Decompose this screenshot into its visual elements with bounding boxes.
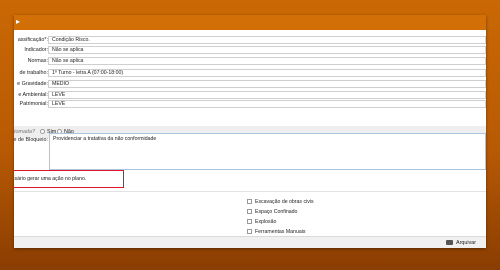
field-label: e Gravidade: — [17, 81, 48, 87]
patrimonial-input[interactable]: LEVE — [48, 100, 486, 108]
field-label: assificação*: — [17, 37, 48, 43]
turno-input[interactable]: 1º Turno - letra A (07:00-18:00) — [48, 69, 486, 77]
checklist-item[interactable]: Espaço Confinado — [247, 208, 317, 216]
checkbox[interactable] — [247, 209, 252, 214]
classificacao-input[interactable]: Condição Risco. — [48, 36, 486, 44]
collapse-arrow-icon[interactable]: ▸ — [16, 17, 20, 27]
normas-input[interactable]: Não se aplica — [48, 57, 486, 65]
radio-sim[interactable] — [40, 129, 45, 134]
checklist-label: Escavação de obras civis — [255, 199, 314, 205]
checklist-label: Explosão — [255, 219, 277, 225]
acao-tomada-label: tomada? — [14, 129, 35, 135]
field-turno: de trabalho: 1º Turno - letra A (07:00-1… — [14, 68, 486, 79]
bloqueio-textarea[interactable]: Providenciar a tratativa da não conformi… — [49, 133, 486, 170]
field-normas: Normas: Não se aplica — [14, 56, 486, 67]
gravidade-input[interactable]: MÉDIO — [48, 80, 486, 88]
field-gravidade: e Gravidade: MÉDIO — [14, 79, 486, 90]
checkbox[interactable] — [247, 199, 252, 204]
field-label: Patrimonial: — [19, 101, 48, 107]
field-label: Normas: — [27, 58, 48, 64]
checklist-item[interactable]: Escavação de obras civis — [247, 198, 317, 206]
checklist-label: Espaço Confinado — [255, 209, 298, 215]
checklist-label: Ferramentas Manuais — [255, 229, 306, 235]
bloqueio-label: e de Bloqueio: — [14, 137, 48, 143]
window-titlebar: ▸ — [14, 15, 486, 30]
alert-message: essário gerar uma ação no plano. — [14, 170, 124, 188]
indicador-input[interactable]: Não se aplica — [48, 46, 486, 54]
alert-text: essário gerar uma ação no plano. — [14, 176, 87, 182]
divider — [14, 191, 486, 192]
ambiental-input[interactable]: LEVE — [48, 91, 486, 99]
archive-label: Arquivar — [456, 240, 477, 246]
archive-icon — [446, 240, 453, 245]
field-patrimonial: Patrimonial: LEVE — [14, 99, 486, 110]
field-label: Indicador: — [24, 47, 48, 53]
checklist-item[interactable]: Ferramentas Manuais — [247, 228, 317, 236]
footer-bar: Arquivar — [14, 236, 486, 248]
form-window: ▸ assificação*: Condição Risco. Indicado… — [14, 15, 486, 248]
field-indicador: Indicador: Não se aplica — [14, 45, 486, 56]
checklist-item[interactable]: Explosão — [247, 218, 317, 226]
archive-button[interactable]: Arquivar — [446, 239, 478, 247]
field-label: de trabalho: — [19, 70, 48, 76]
checkbox[interactable] — [247, 219, 252, 224]
checkbox[interactable] — [247, 229, 252, 234]
